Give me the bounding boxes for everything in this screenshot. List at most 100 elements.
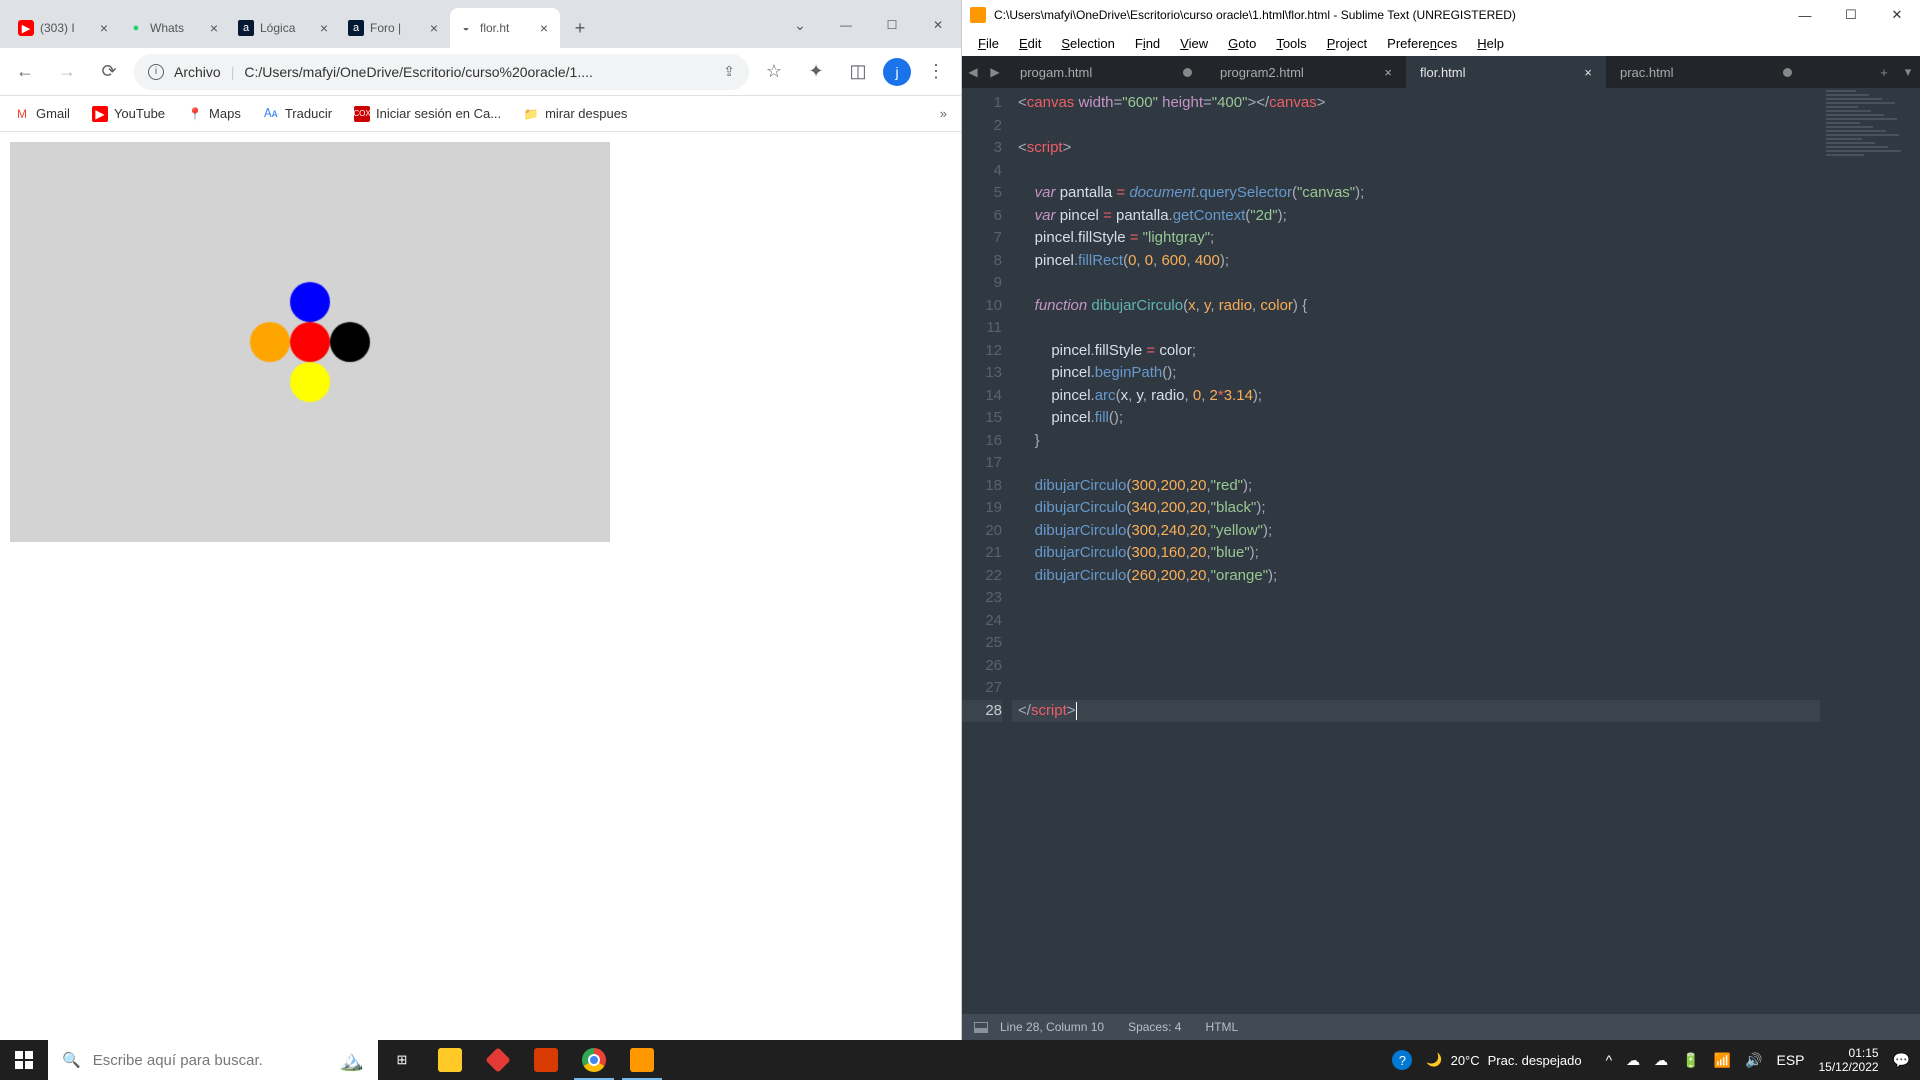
- tab-title: Foro |: [370, 21, 420, 35]
- close-icon[interactable]: ×: [316, 20, 332, 36]
- tab-progam[interactable]: progam.html: [1006, 56, 1206, 88]
- tab-dropdown-icon[interactable]: ▾: [1896, 64, 1920, 80]
- maximize-button[interactable]: ☐: [869, 8, 915, 42]
- maximize-button[interactable]: ☐: [1828, 0, 1874, 30]
- close-icon[interactable]: ×: [426, 20, 442, 36]
- chevron-up-icon[interactable]: ^: [1606, 1052, 1613, 1068]
- address-prefix: Archivo: [174, 64, 221, 80]
- search-placeholder: Escribe aquí para buscar.: [93, 1052, 263, 1069]
- chrome-tab-youtube[interactable]: ▶ (303) I ×: [10, 8, 120, 48]
- menu-edit[interactable]: Edit: [1011, 34, 1049, 53]
- new-tab-icon[interactable]: +: [1872, 65, 1896, 80]
- notifications-icon[interactable]: 💬: [1893, 1052, 1910, 1069]
- taskbar-chrome[interactable]: [570, 1040, 618, 1080]
- chrome-tab-logica[interactable]: a Lógica ×: [230, 8, 340, 48]
- new-tab-button[interactable]: +: [566, 14, 594, 42]
- close-icon[interactable]: ×: [1384, 65, 1392, 80]
- status-spaces[interactable]: Spaces: 4: [1128, 1020, 1181, 1034]
- sublime-icon: [630, 1048, 654, 1072]
- minimize-button[interactable]: —: [823, 8, 869, 42]
- taskbar-office[interactable]: [522, 1040, 570, 1080]
- status-cursor[interactable]: Line 28, Column 10: [1000, 1020, 1104, 1034]
- bookmark-maps[interactable]: 📍Maps: [187, 106, 241, 122]
- close-icon[interactable]: ×: [536, 20, 552, 36]
- chevron-down-icon[interactable]: ⌄: [777, 8, 823, 42]
- tab-flor[interactable]: flor.html×: [1406, 56, 1606, 88]
- system-tray: ? 🌙 20°C Prac. despejado ^ ☁ ☁ 🔋 📶 🔊 ESP…: [1392, 1040, 1920, 1080]
- menu-selection[interactable]: Selection: [1053, 34, 1122, 53]
- forward-button[interactable]: →: [50, 55, 84, 89]
- taskbar-app-red[interactable]: [474, 1040, 522, 1080]
- menu-tools[interactable]: Tools: [1268, 34, 1314, 53]
- chrome-tab-whatsapp[interactable]: ● Whats ×: [120, 8, 230, 48]
- code-area[interactable]: <canvas width="600" height="400"></canva…: [1012, 88, 1820, 1014]
- status-lang[interactable]: HTML: [1205, 1020, 1238, 1034]
- panel-icon[interactable]: [974, 1022, 988, 1033]
- bookmarks-overflow[interactable]: »: [940, 106, 947, 121]
- info-icon: i: [148, 64, 164, 80]
- bookmark-translate[interactable]: 🗛Traducir: [263, 106, 332, 122]
- close-button[interactable]: ✕: [1874, 0, 1920, 30]
- tab-prac[interactable]: prac.html: [1606, 56, 1806, 88]
- close-icon[interactable]: ×: [1584, 65, 1592, 80]
- sublime-titlebar[interactable]: C:\Users\mafyi\OneDrive\Escritorio\curso…: [962, 0, 1920, 30]
- battery-icon[interactable]: 🔋: [1682, 1052, 1699, 1069]
- tab-next-icon[interactable]: ▶: [984, 56, 1006, 88]
- chrome-window: ▶ (303) I × ● Whats × a Lógica × a Foro …: [0, 0, 962, 1040]
- taskbar-explorer[interactable]: [426, 1040, 474, 1080]
- close-icon[interactable]: ×: [206, 20, 222, 36]
- whatsapp-icon: ●: [128, 20, 144, 36]
- editor-body: 1234567891011121314151617181920212223242…: [962, 88, 1920, 1014]
- bookmark-youtube[interactable]: ▶YouTube: [92, 106, 165, 122]
- bookmark-gmail[interactable]: MGmail: [14, 106, 70, 122]
- search-illustration: 🏔️: [339, 1048, 364, 1073]
- close-button[interactable]: ✕: [915, 8, 961, 42]
- bookmark-login[interactable]: COXIniciar sesión en Ca...: [354, 106, 501, 122]
- tray-help-icon[interactable]: ?: [1392, 1050, 1412, 1070]
- menu-goto[interactable]: Goto: [1220, 34, 1264, 53]
- menu-view[interactable]: View: [1172, 34, 1216, 53]
- extensions-icon[interactable]: ✦: [799, 55, 833, 89]
- tab-program2[interactable]: program2.html×: [1206, 56, 1406, 88]
- share-icon[interactable]: ⇪: [723, 63, 735, 80]
- reload-button[interactable]: ⟳: [92, 55, 126, 89]
- back-button[interactable]: ←: [8, 55, 42, 89]
- profile-avatar[interactable]: j: [883, 58, 911, 86]
- menu-file[interactable]: File: [970, 34, 1007, 53]
- sidepanel-icon[interactable]: ◫: [841, 55, 875, 89]
- menu-project[interactable]: Project: [1319, 34, 1375, 53]
- close-icon[interactable]: ×: [96, 20, 112, 36]
- youtube-icon: ▶: [92, 106, 108, 122]
- chrome-tab-flor[interactable]: ◒ flor.ht ×: [450, 8, 560, 48]
- line-gutter[interactable]: 1234567891011121314151617181920212223242…: [962, 88, 1012, 1014]
- chrome-tab-foro[interactable]: a Foro | ×: [340, 8, 450, 48]
- search-icon: 🔍: [62, 1051, 81, 1069]
- taskbar-search[interactable]: 🔍 Escribe aquí para buscar. 🏔️: [48, 1040, 378, 1080]
- translate-icon: 🗛: [263, 106, 279, 122]
- language-indicator[interactable]: ESP: [1776, 1052, 1804, 1068]
- menu-find[interactable]: Find: [1127, 34, 1168, 53]
- tab-prev-icon[interactable]: ◀: [962, 56, 984, 88]
- tab-title: Lógica: [260, 21, 310, 35]
- menu-help[interactable]: Help: [1469, 34, 1512, 53]
- chrome-titlebar: ▶ (303) I × ● Whats × a Lógica × a Foro …: [0, 0, 961, 48]
- onedrive-icon[interactable]: ☁: [1626, 1052, 1640, 1069]
- minimize-button[interactable]: —: [1782, 0, 1828, 30]
- cloud-icon[interactable]: ☁: [1654, 1052, 1668, 1069]
- address-bar[interactable]: i Archivo | C:/Users/mafyi/OneDrive/Escr…: [134, 54, 749, 90]
- dirty-icon: [1783, 68, 1792, 77]
- volume-icon[interactable]: 🔊: [1745, 1052, 1762, 1069]
- bookmark-folder[interactable]: 📁mirar despues: [523, 106, 627, 122]
- flower-canvas: [10, 142, 610, 542]
- taskbar-sublime[interactable]: [618, 1040, 666, 1080]
- clock[interactable]: 01:15 15/12/2022: [1819, 1046, 1879, 1074]
- menu-preferences[interactable]: Preferences: [1379, 34, 1465, 53]
- star-icon[interactable]: ☆: [757, 55, 791, 89]
- start-button[interactable]: [0, 1040, 48, 1080]
- minimap[interactable]: [1820, 88, 1920, 1014]
- task-view-button[interactable]: ⊞: [378, 1040, 426, 1080]
- weather-widget[interactable]: 🌙 20°C Prac. despejado: [1426, 1052, 1581, 1068]
- menu-icon[interactable]: ⋮: [919, 55, 953, 89]
- folder-icon: 📁: [523, 106, 539, 122]
- wifi-icon[interactable]: 📶: [1714, 1052, 1731, 1069]
